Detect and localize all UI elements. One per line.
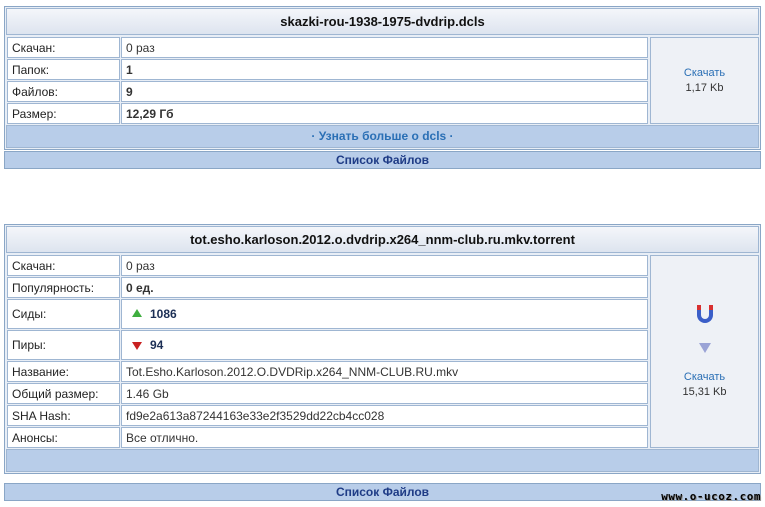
torrent-body: Скачан: 0 раз Популярность: 0 ед. Сиды: …: [6, 254, 759, 449]
row-value: 0 раз: [121, 255, 648, 276]
table-row: Размер: 12,29 Гб: [7, 103, 648, 124]
row-label: Скачан:: [7, 37, 120, 58]
peers-value: 94: [150, 338, 164, 352]
row-value: Все отлично.: [121, 427, 648, 448]
file-list-button[interactable]: Список Файлов: [4, 151, 761, 169]
table-row: Скачан: 0 раз: [7, 37, 648, 58]
table-row: Название: Tot.Esho.Karloson.2012.O.DVDRi…: [7, 361, 648, 382]
torrent-download-box: Скачать 15,31 Kb: [650, 255, 759, 448]
table-row: Сиды: 1086: [7, 299, 648, 329]
torrent-footer-bar: [6, 449, 759, 472]
magnet-icon[interactable]: [695, 305, 715, 325]
seeds-value: 1086: [150, 307, 177, 321]
row-label: Скачан:: [7, 255, 120, 276]
torrent-file-size: 15,31 Kb: [682, 386, 727, 398]
row-label: SHA Hash:: [7, 405, 120, 426]
torrent-download-link[interactable]: Скачать: [684, 371, 725, 383]
row-label: Пиры:: [7, 330, 120, 360]
dcls-file-size: 1,17 Kb: [685, 82, 724, 94]
row-label: Анонсы:: [7, 427, 120, 448]
row-label: Папок:: [7, 59, 120, 80]
row-value: 9: [121, 81, 648, 102]
table-row: Файлов: 9: [7, 81, 648, 102]
dcls-download-link[interactable]: Скачать: [684, 67, 725, 79]
table-row: Анонсы: Все отлично.: [7, 427, 648, 448]
torrent-info-table: Скачан: 0 раз Популярность: 0 ед. Сиды: …: [6, 254, 649, 449]
learn-more-bar: · Узнать больше о dcls ·: [6, 125, 759, 148]
row-value: 1: [121, 59, 648, 80]
torrent-title: tot.esho.karloson.2012.o.dvdrip.x264_nnm…: [6, 226, 759, 253]
learn-more-link[interactable]: · Узнать больше о dcls ·: [311, 129, 453, 143]
dcls-download-box: Скачать 1,17 Kb: [650, 37, 759, 124]
dcls-info-table: Скачан: 0 раз Папок: 1 Файлов: 9 Размер:…: [6, 36, 649, 125]
table-row: Популярность: 0 ед.: [7, 277, 648, 298]
seeds-cell: 1086: [121, 299, 648, 329]
peers-cell: 94: [121, 330, 648, 360]
row-value: 12,29 Гб: [121, 103, 648, 124]
table-row: Папок: 1: [7, 59, 648, 80]
row-label: Файлов:: [7, 81, 120, 102]
row-label: Название:: [7, 361, 120, 382]
arrow-down-icon: [132, 342, 142, 350]
table-row: Скачан: 0 раз: [7, 255, 648, 276]
row-value: fd9e2a613a87244163e33e2f3529dd22cb4cc028: [121, 405, 648, 426]
row-label: Размер:: [7, 103, 120, 124]
watermark: www.o-ucoz.com: [661, 490, 761, 503]
row-label: Популярность:: [7, 277, 120, 298]
file-list-button[interactable]: Список Файлов: [4, 483, 761, 501]
table-row: Пиры: 94: [7, 330, 648, 360]
row-value: 1.46 Gb: [121, 383, 648, 404]
torrent-panel: tot.esho.karloson.2012.o.dvdrip.x264_nnm…: [4, 224, 761, 474]
row-value: Tot.Esho.Karloson.2012.O.DVDRip.x264_NNM…: [121, 361, 648, 382]
row-value: 0 раз: [121, 37, 648, 58]
triangle-down-icon: [698, 343, 711, 353]
arrow-up-icon: [132, 309, 142, 317]
row-value: 0 ед.: [121, 277, 648, 298]
row-label: Общий размер:: [7, 383, 120, 404]
table-row: Общий размер: 1.46 Gb: [7, 383, 648, 404]
table-row: SHA Hash: fd9e2a613a87244163e33e2f3529dd…: [7, 405, 648, 426]
dcls-body: Скачан: 0 раз Папок: 1 Файлов: 9 Размер:…: [6, 36, 759, 125]
dcls-panel: skazki-rou-1938-1975-dvdrip.dcls Скачан:…: [4, 6, 761, 150]
dcls-title: skazki-rou-1938-1975-dvdrip.dcls: [6, 8, 759, 35]
row-label: Сиды:: [7, 299, 120, 329]
